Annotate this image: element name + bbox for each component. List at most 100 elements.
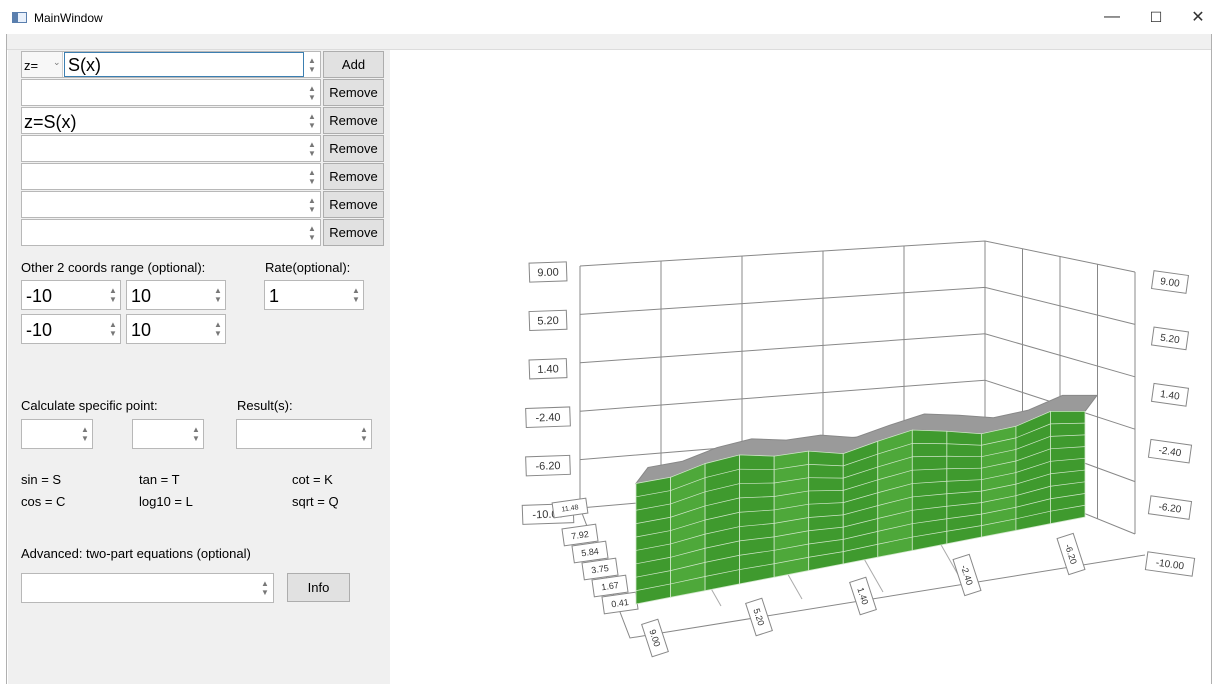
surface-graph[interactable]: 9.00 5.20 1.40 -2.40 -6.20 -10.00 9.00 5.20 1.40… (390, 50, 1212, 684)
equation-list-row[interactable]: ▲▼ (21, 219, 321, 246)
remove-equation-button[interactable]: Remove (323, 219, 384, 246)
equation-list-row[interactable]: ▲▼ (21, 79, 321, 106)
range-a-min-value: -10 (26, 286, 52, 307)
remove-equation-button[interactable]: Remove (323, 135, 384, 162)
range-a-min-field[interactable]: -10 ▲▼ (21, 280, 121, 310)
range-a-min-spinner[interactable]: ▲▼ (105, 281, 121, 309)
legend-cos: cos = C (21, 494, 65, 509)
calc-input-1[interactable]: ▲▼ (21, 419, 93, 449)
bottom-axis-tick-label: -2.40 (953, 554, 981, 595)
left-axis-tick-label: 1.40 (529, 359, 567, 379)
surface-column (1050, 411, 1085, 523)
info-button[interactable]: Info (287, 573, 350, 602)
advanced-input[interactable]: ▲▼ (21, 573, 274, 603)
right-axis-tick-label: -10.00 (1145, 552, 1194, 576)
remove-equation-button[interactable]: Remove (323, 163, 384, 190)
range-b-max-value: 10 (131, 320, 151, 341)
equation-spinner[interactable]: ▲▼ (304, 52, 320, 77)
right-axis-tick-label: 5.20 (1152, 327, 1189, 350)
legend-sqrt: sqrt = Q (292, 494, 339, 509)
equation-list-row[interactable]: z=S(x) ▲▼ (21, 107, 321, 134)
left-axis-tick-label: -6.20 (526, 455, 571, 476)
right-axis-tick-label: 1.40 (1152, 383, 1189, 406)
prefix-select-value: z= (24, 58, 38, 73)
right-axis-tick-label: -6.20 (1148, 496, 1191, 520)
spin-up-icon[interactable]: ▲ (308, 112, 316, 121)
equation-list-row[interactable]: ▲▼ (21, 191, 321, 218)
bottom-axis-tick-label: 9.00 (642, 619, 669, 657)
rate-spinner[interactable]: ▲▼ (348, 281, 364, 309)
equation-input-value: S(x) (68, 55, 101, 76)
equation-list-spinner[interactable]: ▲▼ (304, 80, 320, 105)
maximize-button[interactable]: ☐ (1134, 0, 1178, 34)
remove-equation-button[interactable]: Remove (323, 107, 384, 134)
remove-equation-button[interactable]: Remove (323, 79, 384, 106)
svg-text:5.20: 5.20 (537, 315, 559, 328)
toolbar-area (6, 34, 1212, 50)
title-bar: MainWindow — ☐ ✕ (0, 0, 1215, 34)
close-button[interactable]: ✕ (1176, 0, 1215, 34)
spin-down-icon[interactable]: ▼ (308, 121, 316, 130)
spin-down-icon[interactable]: ▼ (308, 65, 316, 74)
app-window-icon (12, 12, 27, 23)
advanced-label: Advanced: two-part equations (optional) (21, 546, 251, 561)
spin-up-icon[interactable]: ▲ (308, 56, 316, 65)
left-axis-tick-label: 9.00 (529, 262, 567, 282)
spin-up-icon[interactable]: ▲ (308, 140, 316, 149)
ranges-label: Other 2 coords range (optional): (21, 260, 205, 275)
spin-down-icon[interactable]: ▼ (308, 205, 316, 214)
calc-input-1-spinner[interactable]: ▲▼ (77, 420, 93, 448)
equation-list-spinner[interactable]: ▲▼ (304, 192, 320, 217)
equation-list-spinner[interactable]: ▲▼ (304, 136, 320, 161)
spin-down-icon[interactable]: ▼ (308, 93, 316, 102)
spin-down-icon[interactable]: ▼ (308, 149, 316, 158)
spin-down-icon[interactable]: ▼ (308, 233, 316, 242)
rate-field[interactable]: 1 ▲▼ (264, 280, 364, 310)
surface-graph-canvas[interactable]: 9.00 5.20 1.40 -2.40 -6.20 -10.00 9.00 5.20 1.40… (390, 50, 1212, 684)
surface-column (671, 464, 706, 598)
svg-text:9.00: 9.00 (537, 266, 559, 279)
rate-label: Rate(optional): (265, 260, 350, 275)
equation-list-spinner[interactable]: ▲▼ (304, 108, 320, 133)
range-b-max-field[interactable]: 10 ▲▼ (126, 314, 226, 344)
equation-list-row[interactable]: ▲▼ (21, 135, 321, 162)
range-b-max-spinner[interactable]: ▲▼ (210, 315, 226, 343)
equation-list-spinner[interactable]: ▲▼ (304, 164, 320, 189)
right-axis-tick-label: -2.40 (1148, 439, 1191, 463)
result-label: Result(s): (237, 398, 293, 413)
equation-input[interactable]: S(x) (64, 52, 304, 77)
left-axis-tick-label: 5.20 (529, 310, 567, 330)
legend-cot: cot = K (292, 472, 333, 487)
result-spinner[interactable]: ▲▼ (356, 420, 372, 448)
chevron-down-icon: ⌄ (53, 57, 61, 68)
prefix-select[interactable]: z= ⌄ (22, 52, 63, 77)
spin-up-icon[interactable]: ▲ (308, 168, 316, 177)
range-b-min-spinner[interactable]: ▲▼ (105, 315, 121, 343)
equation-list-row[interactable]: ▲▼ (21, 163, 321, 190)
spin-up-icon[interactable]: ▲ (308, 224, 316, 233)
right-axis-tick-label: 9.00 (1152, 271, 1189, 294)
calc-input-2-spinner[interactable]: ▲▼ (188, 420, 204, 448)
surface-column (705, 455, 740, 591)
legend-sin: sin = S (21, 472, 61, 487)
calc-input-2[interactable]: ▲▼ (132, 419, 204, 449)
spin-up-icon[interactable]: ▲ (308, 84, 316, 93)
equation-list-spinner[interactable]: ▲▼ (304, 220, 320, 245)
svg-text:1.40: 1.40 (537, 363, 559, 376)
legend-tan: tan = T (139, 472, 180, 487)
spin-down-icon[interactable]: ▼ (308, 177, 316, 186)
svg-text:-6.20: -6.20 (535, 460, 560, 473)
add-equation-button[interactable]: Add (323, 51, 384, 78)
range-a-max-field[interactable]: 10 ▲▼ (126, 280, 226, 310)
range-b-min-field[interactable]: -10 ▲▼ (21, 314, 121, 344)
surface-column (947, 431, 982, 544)
equation-list-text: z=S(x) (24, 112, 77, 133)
result-field[interactable]: ▲▼ (236, 419, 372, 449)
range-a-max-spinner[interactable]: ▲▼ (210, 281, 226, 309)
minimize-button[interactable]: — (1090, 0, 1134, 34)
rate-value: 1 (269, 286, 279, 307)
remove-equation-button[interactable]: Remove (323, 191, 384, 218)
grid-line (580, 241, 1135, 272)
advanced-spinner[interactable]: ▲▼ (257, 574, 273, 602)
spin-up-icon[interactable]: ▲ (308, 196, 316, 205)
